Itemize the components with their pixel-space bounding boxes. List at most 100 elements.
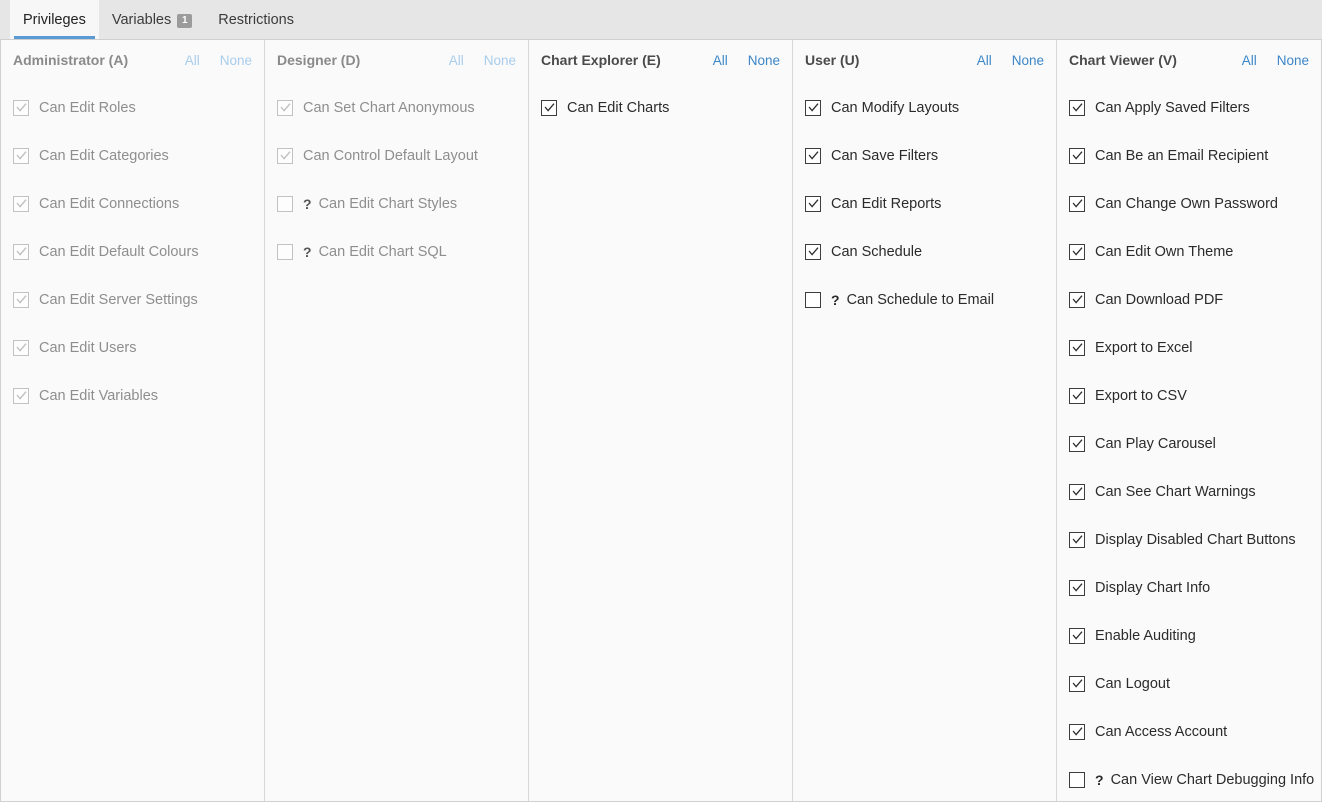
privilege-row[interactable]: Can Play Carousel [1057, 420, 1321, 468]
privilege-label: Can Change Own Password [1095, 196, 1278, 212]
privilege-checkbox[interactable] [805, 196, 821, 212]
privilege-checkbox[interactable] [805, 100, 821, 116]
privilege-label: Can Set Chart Anonymous [303, 100, 475, 116]
privilege-row[interactable]: Enable Auditing [1057, 612, 1321, 660]
select-none-link[interactable]: None [1277, 53, 1309, 68]
privilege-row: ? Can Edit Chart Styles [265, 180, 528, 228]
privilege-column-user: User (U) All None Can Modify Layouts Can Sav… [793, 40, 1057, 801]
privilege-row: Can Edit Server Settings [1, 276, 264, 324]
check-icon [16, 342, 27, 353]
tab-restrictions[interactable]: Restrictions [205, 0, 307, 39]
privilege-row[interactable]: Can Schedule [793, 228, 1056, 276]
check-icon [16, 246, 27, 257]
privilege-row[interactable]: Can Be an Email Recipient [1057, 132, 1321, 180]
check-icon [544, 102, 555, 113]
privilege-checkbox[interactable] [1069, 292, 1085, 308]
privilege-checkbox[interactable] [1069, 388, 1085, 404]
check-icon [1072, 726, 1083, 737]
privilege-checkbox[interactable] [541, 100, 557, 116]
select-all-link[interactable]: All [977, 53, 992, 68]
privilege-label: Can Edit Chart SQL [318, 244, 447, 260]
privilege-checkbox[interactable] [1069, 340, 1085, 356]
check-icon [16, 150, 27, 161]
privilege-label: Can Modify Layouts [831, 100, 960, 116]
privilege-row[interactable]: ? Can Schedule to Email [793, 276, 1056, 324]
privilege-label: Can Edit Charts [567, 100, 670, 116]
help-question-icon[interactable]: ? [303, 197, 312, 211]
privilege-label: Can Edit Roles [39, 100, 136, 116]
privilege-row[interactable]: Can Modify Layouts [793, 84, 1056, 132]
column-title: Chart Explorer (E) [541, 52, 661, 68]
privilege-row[interactable]: Can Access Account [1057, 708, 1321, 756]
privilege-row[interactable]: Can Edit Charts [529, 84, 792, 132]
privilege-row: Can Set Chart Anonymous [265, 84, 528, 132]
privilege-checkbox[interactable] [1069, 580, 1085, 596]
privilege-row: Can Edit Categories [1, 132, 264, 180]
privilege-row[interactable]: Can Edit Own Theme [1057, 228, 1321, 276]
privilege-label: Can Edit Reports [831, 196, 942, 212]
privilege-checkbox[interactable] [1069, 196, 1085, 212]
privilege-row[interactable]: Display Chart Info [1057, 564, 1321, 612]
help-question-icon[interactable]: ? [831, 293, 840, 307]
privilege-checkbox[interactable] [805, 148, 821, 164]
privilege-row[interactable]: Export to CSV [1057, 372, 1321, 420]
column-header: Chart Viewer (V) All None [1057, 40, 1321, 80]
privilege-checkbox [13, 388, 29, 404]
column-header: Administrator (A) All None [1, 40, 264, 80]
help-question-icon[interactable]: ? [303, 245, 312, 259]
column-title: Chart Viewer (V) [1069, 52, 1177, 68]
privilege-checkbox[interactable] [1069, 244, 1085, 260]
help-question-icon[interactable]: ? [1095, 773, 1104, 787]
privilege-row[interactable]: Can Logout [1057, 660, 1321, 708]
privilege-row[interactable]: Can Apply Saved Filters [1057, 84, 1321, 132]
privilege-checkbox[interactable] [1069, 148, 1085, 164]
privilege-checkbox[interactable] [1069, 772, 1085, 788]
check-icon [16, 390, 27, 401]
privilege-row[interactable]: Export to Excel [1057, 324, 1321, 372]
select-none-link[interactable]: None [1012, 53, 1044, 68]
privilege-label: Can Schedule to Email [846, 292, 995, 308]
privilege-row[interactable]: ? Can View Chart Debugging Info [1057, 756, 1321, 801]
privilege-label: Can Logout [1095, 676, 1170, 692]
select-all-link[interactable]: All [1242, 53, 1257, 68]
privilege-row[interactable]: Can Change Own Password [1057, 180, 1321, 228]
privilege-checkbox[interactable] [1069, 628, 1085, 644]
select-all-link: All [184, 52, 200, 68]
privilege-row[interactable]: Can See Chart Warnings [1057, 468, 1321, 516]
check-icon [280, 150, 291, 161]
privilege-checkbox[interactable] [1069, 724, 1085, 740]
privilege-checkbox[interactable] [1069, 676, 1085, 692]
privilege-label: Can Edit Server Settings [39, 292, 198, 308]
privilege-row[interactable]: Display Disabled Chart Buttons [1057, 516, 1321, 564]
check-icon [1072, 246, 1083, 257]
select-all-link[interactable]: All [713, 53, 728, 68]
privilege-label: Can Apply Saved Filters [1095, 100, 1250, 116]
column-items: Can Modify Layouts Can Save Filters Can Ed… [793, 80, 1056, 324]
privilege-checkbox [277, 244, 293, 260]
privilege-label: Can Control Default Layout [303, 148, 478, 164]
privilege-checkbox[interactable] [1069, 100, 1085, 116]
privilege-checkbox [13, 244, 29, 260]
privilege-row: Can Edit Default Colours [1, 228, 264, 276]
privilege-label: Display Disabled Chart Buttons [1095, 532, 1296, 548]
select-none-link[interactable]: None [748, 53, 780, 68]
privilege-label: Can Save Filters [831, 148, 939, 164]
tab-privileges[interactable]: Privileges [10, 0, 99, 39]
privilege-checkbox [13, 340, 29, 356]
privilege-checkbox[interactable] [1069, 532, 1085, 548]
privilege-row: ? Can Edit Chart SQL [265, 228, 528, 276]
tab-variables[interactable]: Variables 1 [99, 0, 205, 39]
privilege-row[interactable]: Can Edit Reports [793, 180, 1056, 228]
privilege-row[interactable]: Can Download PDF [1057, 276, 1321, 324]
privilege-label: Can See Chart Warnings [1095, 484, 1256, 500]
privilege-checkbox[interactable] [805, 292, 821, 308]
check-icon [1072, 630, 1083, 641]
privilege-label: Can Schedule [831, 244, 923, 260]
privilege-row[interactable]: Can Save Filters [793, 132, 1056, 180]
privilege-checkbox[interactable] [1069, 436, 1085, 452]
select-all-link: All [448, 52, 464, 68]
check-icon [808, 246, 819, 257]
privilege-checkbox[interactable] [805, 244, 821, 260]
privilege-label: Can Play Carousel [1095, 436, 1216, 452]
privilege-checkbox[interactable] [1069, 484, 1085, 500]
